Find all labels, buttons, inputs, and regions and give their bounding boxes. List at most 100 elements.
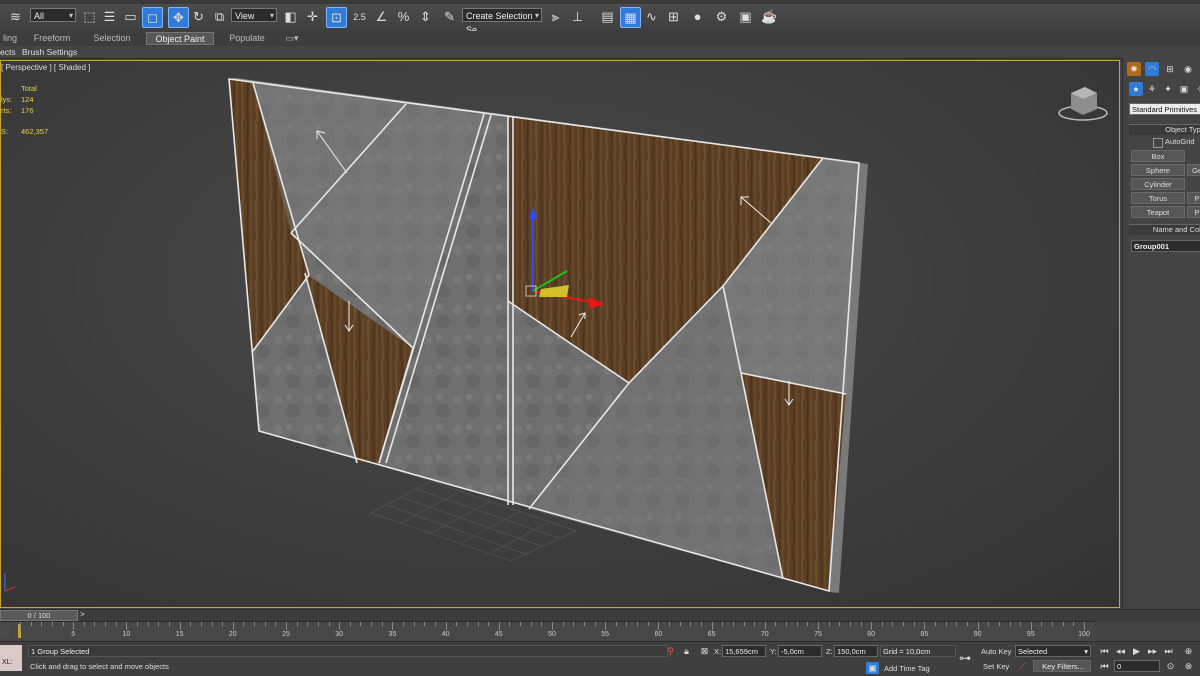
orbit-icon[interactable]: ⊗ [1182, 660, 1195, 672]
primitive-category-dropdown[interactable]: Standard Primitives [1129, 103, 1200, 115]
zoom-icon[interactable]: ⊕ [1182, 645, 1195, 657]
perspective-viewport[interactable]: [ Perspective ] [ Shaded ] Total lys: 12… [0, 60, 1120, 608]
select-by-name-icon[interactable]: ☰ [100, 7, 119, 26]
timeline-tick [190, 622, 192, 626]
timeline-tick [903, 622, 905, 626]
ribbon-panel-objects[interactable]: ects [0, 46, 16, 58]
z-coordinate-field[interactable]: 150,0cm [834, 645, 878, 657]
reference-coord-dropdown[interactable]: View ▾ [231, 8, 277, 22]
auto-key-button[interactable]: Auto Key [981, 647, 1011, 656]
render-production-icon[interactable]: ☕ [760, 7, 779, 26]
schematic-view-icon[interactable]: ⊞ [664, 7, 683, 26]
tab-object-paint[interactable]: Object Paint [146, 32, 214, 45]
isolate-icon[interactable]: ⚲ [664, 645, 677, 657]
key-tangent-icon[interactable]: ⟋ [1016, 660, 1029, 672]
timeline-tick [105, 622, 107, 626]
timeline-tick [626, 622, 628, 626]
key-mode-toggle-icon[interactable]: ⏮ [1098, 660, 1111, 672]
goto-end-icon[interactable]: ⏭ [1162, 645, 1175, 657]
timeline-tick-label: 5 [71, 631, 76, 638]
timeline-tick [541, 622, 543, 626]
absolute-mode-icon[interactable]: ⊠ [698, 645, 711, 657]
create-tab-icon[interactable]: ✹ [1127, 62, 1141, 76]
render-setup-icon[interactable]: ⚙ [712, 7, 731, 26]
layer-explorer-icon[interactable]: ▤ [598, 7, 617, 26]
keyboard-shortcut-icon[interactable]: ⊡ [326, 7, 347, 28]
select-object-icon[interactable]: ⬚ [80, 7, 99, 26]
timeline-tick [977, 622, 979, 630]
spinner-snap-icon[interactable]: ⇕ [416, 7, 435, 26]
goto-start-icon[interactable]: ⏮ [1098, 645, 1111, 657]
tab-populate[interactable]: Populate [224, 32, 270, 45]
object-name-field[interactable]: Group001 [1131, 240, 1200, 252]
snaps-toggle-icon[interactable]: 2.5 [350, 7, 369, 26]
angle-snap-icon[interactable]: ∠ [372, 7, 391, 26]
y-coordinate-field[interactable]: -5,0cm [778, 645, 822, 657]
ribbon-panel-brush-settings[interactable]: Brush Settings [22, 46, 77, 58]
object-type-rollout[interactable]: Object Type [1129, 124, 1200, 135]
window-crossing-icon[interactable]: ◻ [142, 7, 163, 28]
timeline-tick [286, 622, 287, 630]
key-mode-dropdown[interactable]: Selected ▾ [1015, 645, 1091, 657]
hierarchy-tab-icon[interactable]: ⊞ [1163, 62, 1177, 76]
box-button[interactable]: Box [1131, 150, 1185, 162]
ribbon-options-icon[interactable]: ▭▾ [282, 32, 302, 45]
pivot-center-icon[interactable]: ◧ [281, 7, 300, 26]
key-filters-button[interactable]: Key Filters... [1033, 660, 1091, 672]
time-config-icon[interactable]: ⊙ [1164, 660, 1177, 672]
timeline-tick [158, 622, 160, 626]
curve-editor-icon[interactable]: ∿ [642, 7, 661, 26]
toggle-ribbon-icon[interactable]: ▦ [620, 7, 641, 28]
named-selection-dropdown[interactable]: Create Selection Se ▾ [462, 8, 542, 35]
modify-tab-icon[interactable]: ◠ [1145, 62, 1159, 76]
key-icon[interactable]: ⊶ [956, 651, 974, 665]
set-key-button[interactable]: Set Key [983, 662, 1009, 671]
mirror-icon[interactable]: ⫸ [546, 7, 565, 26]
teapot-button[interactable]: Teapot [1131, 206, 1185, 218]
select-manipulate-icon[interactable]: ✛ [303, 7, 322, 26]
tab-selection[interactable]: Selection [88, 32, 136, 45]
layers-icon[interactable]: ≋ [6, 7, 25, 26]
x-coordinate-field[interactable]: 15,659cm [722, 645, 766, 657]
timeline-tick [30, 622, 32, 626]
selection-filter-dropdown[interactable]: All ▾ [30, 8, 76, 22]
align-icon[interactable]: ⊥ [568, 7, 587, 26]
cameras-icon[interactable]: ▣ [1177, 82, 1191, 96]
cylinder-button[interactable]: Cylinder [1131, 178, 1185, 190]
select-scale-icon[interactable]: ⧉ [210, 7, 229, 26]
play-icon[interactable]: ▶ [1130, 645, 1143, 657]
name-color-rollout[interactable]: Name and Colo [1129, 224, 1200, 235]
maxscript-listener[interactable]: XL: [0, 645, 22, 671]
selection-lock-icon[interactable]: 🔒︎ [680, 645, 693, 657]
shapes-icon[interactable]: ⚘ [1145, 82, 1159, 96]
motion-tab-icon[interactable]: ◉ [1181, 62, 1195, 76]
edit-named-selection-icon[interactable]: ✎ [440, 7, 459, 26]
tab-freeform[interactable]: Freeform [30, 32, 74, 45]
percent-snap-icon[interactable]: % [394, 7, 413, 26]
helpers-icon[interactable]: ✧ [1193, 82, 1200, 96]
torus-button[interactable]: Torus [1131, 192, 1185, 204]
current-frame-field[interactable]: 0 [1114, 660, 1160, 672]
time-slider-thumb[interactable]: 0 / 100 [0, 610, 78, 621]
geosphere-button[interactable]: Ge [1187, 164, 1200, 176]
pyramid-button[interactable]: P [1187, 192, 1200, 204]
select-move-icon[interactable]: ✥ [168, 7, 189, 28]
track-bar[interactable]: 5 10 15 20 25 30 35 40 45 50 55 60 65 70 75 80 85 90 95 100 [0, 621, 1095, 642]
next-frame-button-icon[interactable]: ▸▸ [1146, 645, 1159, 657]
previous-frame-icon[interactable]: ◂◂ [1114, 645, 1127, 657]
sphere-button[interactable]: Sphere [1131, 164, 1185, 176]
next-frame-icon[interactable]: > [80, 610, 85, 619]
autogrid-checkbox[interactable] [1153, 138, 1163, 148]
time-tag-icon[interactable]: ▣ [866, 662, 879, 674]
tab-modeling[interactable]: ling [0, 32, 20, 45]
plane-button[interactable]: P [1187, 206, 1200, 218]
timeline-tick-label: 50 [548, 631, 556, 638]
lights-icon[interactable]: ✦ [1161, 82, 1175, 96]
rendered-frame-icon[interactable]: ▣ [736, 7, 755, 26]
material-editor-icon[interactable]: ● [688, 7, 707, 26]
rectangular-region-icon[interactable]: ▭ [121, 7, 140, 26]
add-time-tag[interactable]: Add Time Tag [884, 664, 930, 673]
geometry-icon[interactable]: ● [1129, 82, 1143, 96]
select-rotate-icon[interactable]: ↻ [189, 7, 208, 26]
timeline-tick [924, 622, 926, 630]
